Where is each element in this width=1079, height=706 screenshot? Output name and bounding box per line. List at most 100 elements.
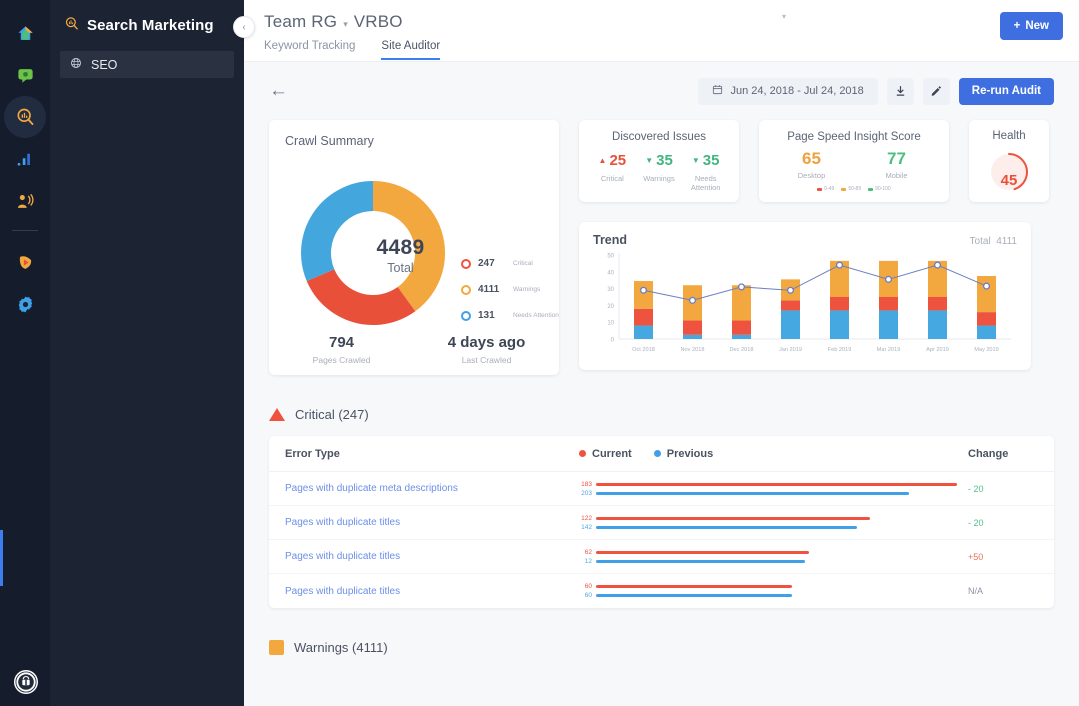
sidebar-item-seo[interactable]: SEO [60,51,234,78]
sidebar-item-search-marketing[interactable] [4,96,46,138]
row-bar-current: 60 [577,582,968,591]
svg-text:10: 10 [607,321,614,327]
calendar-icon [712,84,723,98]
tab-bar: Keyword Tracking Site Auditor [264,40,441,60]
critical-section-header: Critical (247) [269,407,1054,422]
issue-warnings: ▼ 35 Warnings [636,152,683,193]
page-speed-title: Page Speed Insight Score [787,131,921,143]
table-row: Pages with duplicate titles 122 142- 20 [269,506,1054,540]
legend-dot-low [817,187,823,191]
legend-current-label: Current [592,447,632,460]
back-button[interactable]: ← [269,80,288,102]
row-current-value: 183 [581,480,592,488]
row-bar-current: 62 [577,548,968,557]
row-change: N/A [968,586,984,596]
row-previous-bar [596,559,805,563]
critical-triangle-icon [269,408,285,421]
row-bar-previous: 142 [577,523,968,532]
content-inner: ← Jun 24, 2018 - Jul 24, 2018 Re-run Aud… [244,62,1079,655]
table-header: Error Type Current Previous Change [269,436,1054,472]
chat-icon-glyph [17,68,33,83]
tab-keyword-tracking[interactable]: Keyword Tracking [264,40,355,60]
sidebar-collapse-button[interactable]: ‹ [233,16,255,38]
trend-card: Trend Total 4111 0 10 20 30 40 50 Oct 2018 Nov … [579,222,1031,370]
discovered-issues-card: Discovered Issues ▲ 25 Critical ▼ 35 War… [579,120,739,202]
analytics-icon[interactable] [4,138,46,180]
breadcrumb-site[interactable]: VRBO [354,12,403,32]
row-current-value: 122 [581,514,592,522]
row-bars: 183 203 [575,480,968,498]
row-error-type[interactable]: Pages with duplicate titles [285,517,575,528]
row-previous-value: 203 [581,489,592,497]
legend-dot-current [579,450,586,457]
table-row: Pages with duplicate titles 62 12 +50 [269,540,1054,574]
health-title: Health [992,130,1026,142]
sidebar-title: Search Marketing [50,12,244,35]
active-nav-accent [0,530,3,586]
app-root: Search Marketing SEO ‹ Team RG ▾ VRBO Ke… [0,0,1079,706]
new-button[interactable]: + New [999,12,1063,40]
row-previous-bar [596,594,792,597]
media-icon-glyph [19,255,31,269]
header-caret-icon[interactable]: ▾ [782,12,786,21]
row-current-bar [596,516,871,520]
edit-button[interactable] [922,77,950,105]
header-left: Team RG ▾ VRBO Keyword Tracking Site Aud… [264,12,441,60]
table-body: Pages with duplicate meta descriptions 18… [269,472,1054,608]
critical-section-title: Critical (247) [295,407,369,422]
legend-item-needs-attention: 131 Needs Attention [461,310,569,321]
row-error-type[interactable]: Pages with duplicate titles [285,586,575,597]
row-previous-value: 60 [584,592,592,599]
svg-text:Mar 2019: Mar 2019 [877,347,901,353]
row-bar-previous: 60 [577,591,968,600]
row-change: - 20 [968,517,984,528]
download-button[interactable] [886,77,914,105]
svg-text:Feb 2019: Feb 2019 [828,347,852,353]
sidebar-title-label: Search Marketing [87,17,214,34]
stat-last-crawled-value: 4 days ago [447,334,526,351]
tab-site-auditor[interactable]: Site Auditor [381,40,441,60]
legend-dot-high [868,187,874,191]
media-icon[interactable] [4,241,46,283]
audience-icon-glyph [17,193,34,208]
breadcrumb-team[interactable]: Team RG [264,12,337,32]
legend-item-critical: 247 Critical [461,258,569,269]
gear-icon [18,296,32,312]
settings-icon[interactable] [4,283,46,325]
warnings-square-icon [269,640,284,655]
table-row: Pages with duplicate titles 60 60 N/A [269,574,1054,608]
svg-text:Nov 2018: Nov 2018 [681,347,705,353]
rerun-audit-button[interactable]: Re-run Audit [958,77,1054,105]
critical-table: Error Type Current Previous Change Pages… [269,436,1054,608]
audience-icon[interactable] [4,180,46,222]
legend-dot-previous [653,450,661,457]
page-speed-scores: 65 Desktop 77 Mobile [769,149,939,180]
crawl-stats: 794 Pages Crawled 4 days ago Last Crawle… [269,334,559,365]
row-error-type[interactable]: Pages with duplicate titles [285,551,575,562]
svg-text:30: 30 [607,287,614,293]
sidebar-item-label: SEO [91,57,118,72]
chat-icon[interactable] [4,54,46,96]
chevron-down-icon[interactable]: ▾ [343,19,348,30]
legend-dot-critical [461,258,471,269]
download-icon [896,85,905,96]
trend-title: Trend [593,233,628,247]
home-icon[interactable] [4,12,46,54]
page-speed-legend-low: 0-49 [817,186,834,192]
trend-total-label: Total [969,236,991,247]
date-range-picker[interactable]: Jun 24, 2018 - Jul 24, 2018 [698,77,878,105]
search-chart-icon [64,16,79,35]
row-previous-bar [596,525,857,529]
stat-pages-crawled-value: 794 [328,334,355,351]
svg-text:20: 20 [607,304,614,310]
page-speed-card: Page Speed Insight Score 65 Desktop 77 M… [759,120,949,202]
action-bar: ← Jun 24, 2018 - Jul 24, 2018 Re-run Aud… [269,62,1054,120]
row-bars: 60 60 [575,582,968,600]
row-error-type[interactable]: Pages with duplicate meta descriptions [285,483,575,494]
avatar[interactable] [14,670,38,694]
donut-total-value: 4489 [376,236,425,259]
row-current-bar [596,550,810,554]
health-card: Health 45 [969,120,1049,202]
date-range-label: Jun 24, 2018 - Jul 24, 2018 [730,85,864,97]
legend-range-high: 90-100 [875,186,891,192]
